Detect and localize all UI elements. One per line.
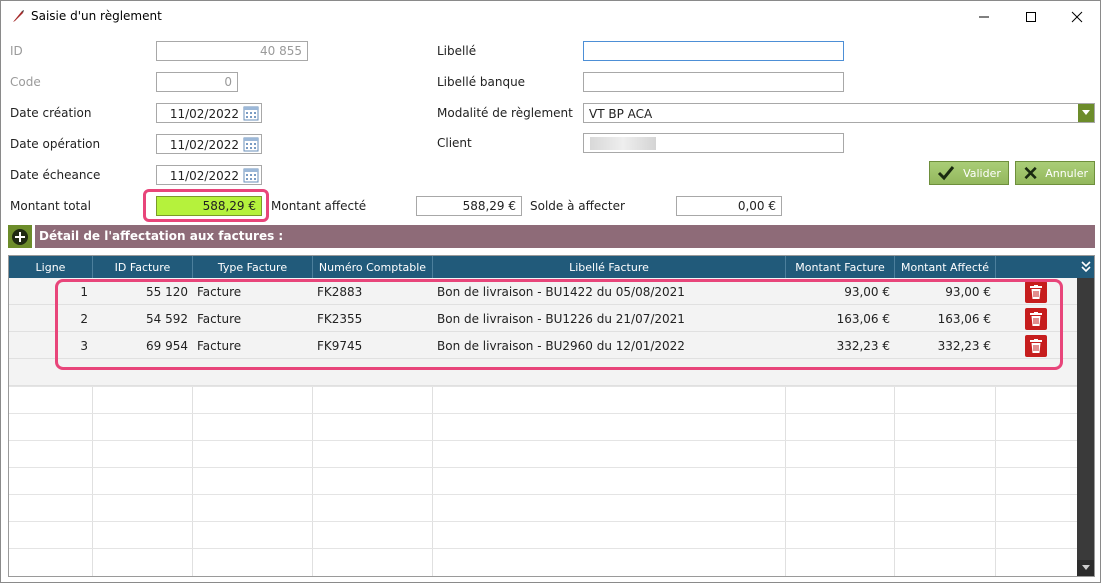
col-header-id-facture[interactable]: ID Facture xyxy=(93,256,193,278)
grid-line xyxy=(9,467,1077,468)
close-button[interactable] xyxy=(1054,1,1100,32)
id-label: ID xyxy=(10,44,23,58)
highlight-affectation-rows xyxy=(55,279,1063,370)
col-header-ligne[interactable]: Ligne xyxy=(9,256,93,278)
affectation-section-header: Détail de l'affectation aux factures : xyxy=(8,225,1095,248)
date-echeance-value: 11/02/2022 xyxy=(169,169,239,183)
table-scrollbar[interactable] xyxy=(1077,278,1094,576)
grid-line xyxy=(9,413,1077,414)
date-echeance-label: Date écheance xyxy=(10,168,101,182)
code-field: 0 xyxy=(156,72,238,92)
calendar-icon[interactable] xyxy=(243,167,259,183)
payment-entry-window: Saisie d'un règlement ID 40 855 Code 0 D… xyxy=(0,0,1101,583)
montant-total-label: Montant total xyxy=(10,199,91,213)
col-header-type-facture[interactable]: Type Facture xyxy=(193,256,313,278)
calendar-icon[interactable] xyxy=(243,105,259,121)
table-header: Ligne ID Facture Type Facture Numéro Com… xyxy=(9,256,1077,278)
libelle-label: Libellé xyxy=(437,44,477,58)
date-operation-label: Date opération xyxy=(10,137,101,151)
window-title: Saisie d'un règlement xyxy=(31,9,162,23)
grid-line xyxy=(9,521,1077,522)
dropdown-arrow[interactable] xyxy=(1078,104,1094,122)
column-menu-button[interactable] xyxy=(1077,256,1094,278)
minimize-icon xyxy=(979,16,989,17)
libelle-input[interactable] xyxy=(583,41,844,61)
app-quill-icon xyxy=(13,10,24,22)
valider-label: Valider xyxy=(963,166,1001,180)
date-operation-value: 11/02/2022 xyxy=(169,138,239,152)
scroll-down-button[interactable] xyxy=(1077,560,1094,576)
montant-affecte-field: 588,29 € xyxy=(416,196,522,216)
col-header-libelle-facture[interactable]: Libellé Facture xyxy=(433,256,786,278)
date-creation-value: 11/02/2022 xyxy=(169,107,239,121)
close-icon xyxy=(1071,11,1083,22)
title-bar: Saisie d'un règlement xyxy=(1,1,1100,32)
col-header-numero-comptable[interactable]: Numéro Comptable xyxy=(313,256,433,278)
highlight-montant-total xyxy=(143,189,269,222)
grid-line xyxy=(9,548,1077,549)
client-input[interactable] xyxy=(583,133,844,153)
checkmark-icon xyxy=(937,166,955,181)
calendar-icon[interactable] xyxy=(243,136,259,152)
solde-field: 0,00 € xyxy=(676,196,782,216)
modalite-select[interactable]: VT BP ACA xyxy=(583,103,1095,123)
col-header-actions xyxy=(996,256,1077,278)
arrow-down-icon xyxy=(1081,565,1090,570)
date-echeance-field[interactable]: 11/02/2022 xyxy=(156,165,262,185)
modalite-value: VT BP ACA xyxy=(589,107,653,121)
col-header-montant-affecte[interactable]: Montant Affecté xyxy=(895,256,996,278)
double-chevron-down-icon xyxy=(1080,261,1091,273)
plus-circle-icon xyxy=(12,228,28,245)
date-operation-field[interactable]: 11/02/2022 xyxy=(156,134,262,154)
valider-button[interactable]: Valider xyxy=(929,161,1009,185)
solde-label: Solde à affecter xyxy=(530,199,625,213)
section-title: Détail de l'affectation aux factures : xyxy=(35,225,1095,248)
col-header-montant-facture[interactable]: Montant Facture xyxy=(786,256,895,278)
annuler-button[interactable]: Annuler xyxy=(1015,161,1095,185)
date-creation-field[interactable]: 11/02/2022 xyxy=(156,103,262,123)
maximize-icon xyxy=(1026,11,1036,22)
maximize-button[interactable] xyxy=(1008,1,1054,32)
client-label: Client xyxy=(437,136,472,150)
add-affectation-button[interactable] xyxy=(8,225,32,248)
grid-line xyxy=(9,440,1077,441)
code-label: Code xyxy=(10,75,41,89)
grid-line xyxy=(9,386,1077,387)
modalite-label: Modalité de règlement xyxy=(437,106,573,120)
libelle-banque-input[interactable] xyxy=(583,72,844,92)
annuler-label: Annuler xyxy=(1045,166,1088,180)
libelle-banque-label: Libellé banque xyxy=(437,75,526,89)
date-creation-label: Date création xyxy=(10,106,92,120)
id-field: 40 855 xyxy=(156,41,308,61)
chevron-down-icon xyxy=(1082,110,1090,115)
minimize-button[interactable] xyxy=(961,1,1007,32)
grid-line xyxy=(9,494,1077,495)
montant-affecte-label: Montant affecté xyxy=(271,199,367,213)
cancel-x-icon xyxy=(1024,166,1037,180)
client-redacted xyxy=(590,137,656,150)
